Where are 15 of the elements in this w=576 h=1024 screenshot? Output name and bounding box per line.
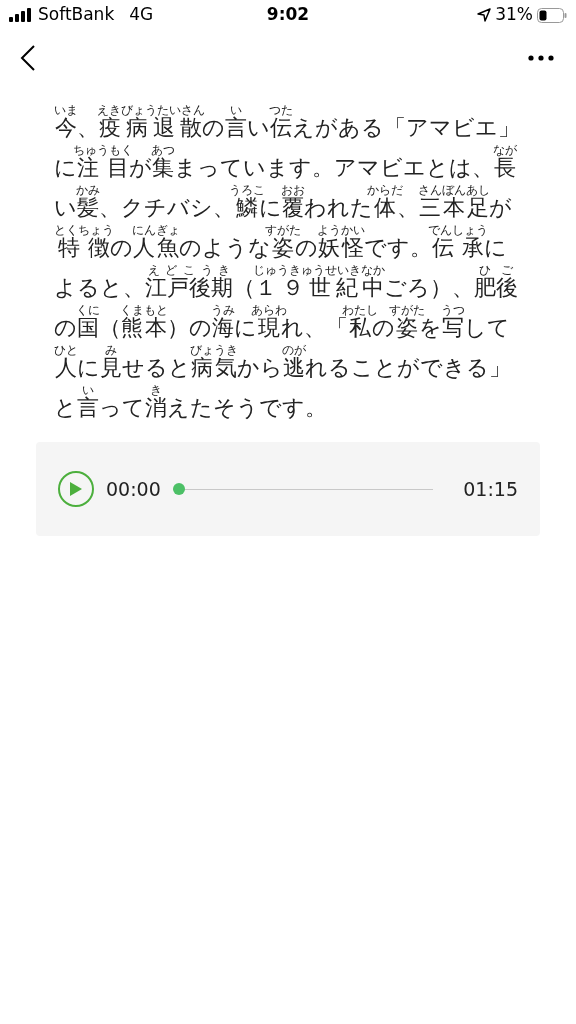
network-type: 4G bbox=[129, 3, 154, 27]
play-button[interactable] bbox=[58, 471, 94, 507]
progress-track[interactable] bbox=[172, 483, 434, 495]
battery-percent: 31% bbox=[495, 3, 533, 27]
signal-icon bbox=[9, 8, 33, 22]
back-icon bbox=[20, 45, 36, 71]
progress-thumb[interactable] bbox=[172, 483, 185, 495]
clock-time: 9:02 bbox=[266, 3, 310, 27]
elapsed-time: 00:00 bbox=[106, 476, 161, 502]
battery-icon bbox=[537, 7, 567, 23]
play-icon bbox=[69, 481, 83, 497]
total-duration: 01:15 bbox=[463, 476, 518, 502]
location-arrow-icon bbox=[477, 8, 492, 22]
more-icon bbox=[528, 55, 554, 61]
carrier-name: SoftBank bbox=[38, 3, 115, 27]
